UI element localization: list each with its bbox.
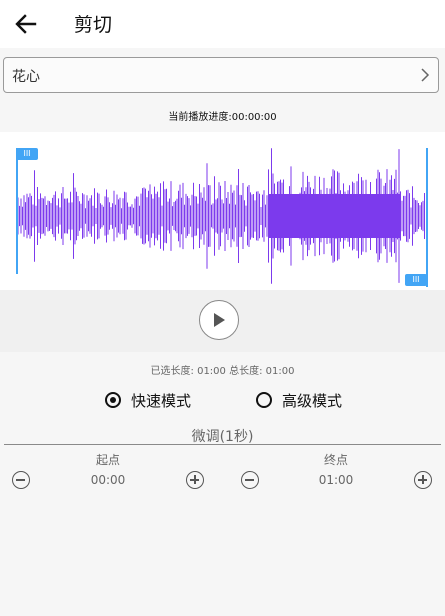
divider xyxy=(4,444,441,445)
start-plus-button[interactable] xyxy=(186,471,204,489)
player-bar xyxy=(0,290,445,352)
arrow-left-icon xyxy=(15,14,37,34)
advanced-mode-radio[interactable]: 高级模式 xyxy=(256,389,342,411)
end-time-value: 01:00 xyxy=(318,473,354,487)
radio-unselected-icon xyxy=(256,392,272,408)
end-minus-button[interactable] xyxy=(241,471,259,489)
song-select[interactable]: 花心 xyxy=(3,57,439,93)
start-label: 起点 xyxy=(95,453,120,467)
start-handle-line xyxy=(16,148,18,274)
start-minus-button[interactable] xyxy=(12,471,30,489)
start-handle-label: III xyxy=(23,149,31,158)
chevron-right-icon xyxy=(421,68,430,82)
radio-selected-icon xyxy=(105,392,121,408)
end-plus-button[interactable] xyxy=(414,471,432,489)
end-handle-line xyxy=(426,148,428,287)
end-handle[interactable]: III xyxy=(405,274,427,286)
waveform xyxy=(17,148,425,284)
length-info: 已选长度: 01:00 总长度: 01:00 xyxy=(150,366,295,377)
song-select-value: 花心 xyxy=(12,69,40,85)
waveform-dense-band xyxy=(268,194,400,238)
start-time-value: 00:00 xyxy=(90,473,126,487)
back-button[interactable] xyxy=(8,6,44,42)
fast-mode-radio[interactable]: 快速模式 xyxy=(105,389,191,411)
fast-mode-label: 快速模式 xyxy=(131,391,192,410)
start-handle[interactable]: III xyxy=(16,148,38,160)
play-button[interactable] xyxy=(199,300,239,340)
waveform-editor[interactable]: III III xyxy=(0,132,445,290)
app-bar: 剪切 xyxy=(0,0,445,48)
playback-progress: 当前播放进度:00:00:00 xyxy=(168,112,277,123)
play-icon xyxy=(214,313,225,327)
end-handle-label: III xyxy=(412,275,420,284)
end-label: 终点 xyxy=(323,453,348,467)
fine-tune-title: 微调(1秒) xyxy=(191,429,254,445)
advanced-mode-label: 高级模式 xyxy=(282,391,343,410)
page-title: 剪切 xyxy=(74,14,113,36)
